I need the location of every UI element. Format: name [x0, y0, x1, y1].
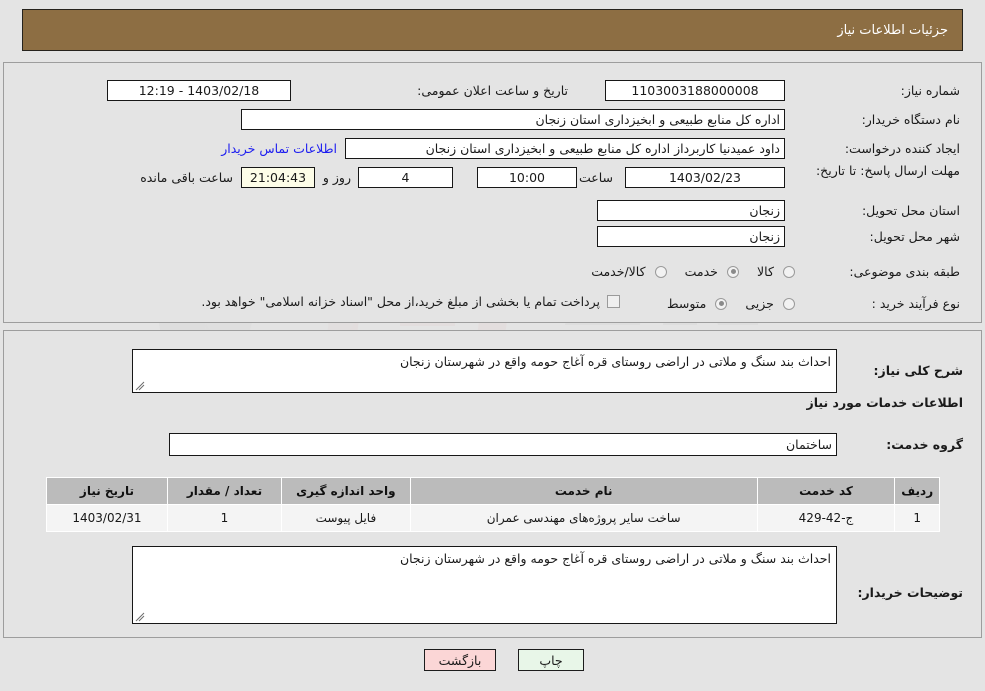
deadline-date-field[interactable]: 1403/02/23: [625, 167, 785, 188]
service-group-label: گروه خدمت:: [886, 437, 963, 452]
page-root: جزئیات اطلاعات نیاز شماره نیاز: 11030031…: [0, 0, 985, 691]
need-number-field[interactable]: 1103003188000008: [605, 80, 785, 101]
public-announce-field[interactable]: 1403/02/18 - 12:19: [107, 80, 291, 101]
treasury-docs-label: پرداخت تمام یا بخشی از مبلغ خرید،از محل …: [201, 294, 600, 309]
process-option-motevaset[interactable]: متوسط: [649, 293, 728, 312]
general-desc-text: احداث بند سنگ و ملاتی در اراضی روستای قر…: [399, 354, 831, 369]
general-desc-label: شرح کلی نیاز:: [873, 363, 963, 378]
category-option-kala-khedmat[interactable]: کالا/خدمت: [573, 261, 667, 280]
col-radif: ردیف: [894, 477, 940, 505]
radio-khedmat-icon[interactable]: [727, 265, 740, 278]
buyer-org-label: نام دستگاه خریدار:: [861, 112, 960, 127]
radio-kala-khedmat-icon[interactable]: [654, 265, 667, 278]
col-unit: واحد اندازه گیری: [281, 477, 411, 505]
remaining-hours-label: ساعت باقی مانده: [140, 170, 233, 185]
general-desc-textarea[interactable]: احداث بند سنگ و ملاتی در اراضی روستای قر…: [132, 349, 837, 393]
deadline-label: مهلت ارسال پاسخ: تا تاریخ:: [815, 163, 960, 178]
resize-grip-icon-2: [135, 612, 145, 622]
col-service-name: نام خدمت: [409, 477, 758, 505]
page-title: جزئیات اطلاعات نیاز: [837, 22, 948, 38]
purchase-process-radio-group: جزیی متوسط: [649, 293, 795, 312]
remaining-days-field[interactable]: 4: [358, 167, 453, 188]
process-option-jozi[interactable]: جزیی: [727, 293, 795, 312]
services-heading: اطلاعات خدمات مورد نیاز: [806, 395, 964, 410]
category-option-label-0: کالا: [757, 264, 774, 279]
window-title-bar: جزئیات اطلاعات نیاز: [22, 9, 963, 51]
cell-quantity: 1: [166, 504, 283, 532]
category-radio-group: کالا خدمت کالا/خدمت: [573, 261, 795, 280]
print-button[interactable]: چاپ: [518, 649, 584, 671]
treasury-docs-checkbox[interactable]: [607, 295, 620, 308]
radio-jozi-icon[interactable]: [783, 297, 795, 310]
process-option-label-0: جزیی: [745, 296, 774, 311]
cell-radif: 1: [894, 504, 940, 532]
deadline-hour-label: ساعت: [578, 170, 613, 185]
category-option-khedmat[interactable]: خدمت: [667, 261, 740, 280]
radio-motevaset-icon[interactable]: [715, 297, 728, 310]
buyer-notes-textarea[interactable]: احداث بند سنگ و ملاتی در اراضی روستای قر…: [132, 546, 837, 624]
category-option-kala[interactable]: کالا: [739, 261, 795, 280]
countdown-timer-field: 21:04:43: [241, 167, 315, 188]
col-quantity: تعداد / مقدار: [166, 477, 283, 505]
delivery-province-field[interactable]: زنجان: [597, 200, 785, 221]
buyer-org-field[interactable]: اداره کل منابع طبیعی و ابخیزداری استان ز…: [241, 109, 785, 130]
need-number-label: شماره نیاز:: [900, 83, 960, 98]
cell-unit: فایل پیوست: [281, 504, 411, 532]
deadline-time-field[interactable]: 10:00: [477, 167, 577, 188]
category-option-label-2: کالا/خدمت: [591, 264, 646, 279]
public-announce-label: تاریخ و ساعت اعلان عمومی:: [417, 83, 568, 98]
services-table: ردیف کد خدمت نام خدمت واحد اندازه گیری ت…: [46, 477, 940, 532]
category-option-label-1: خدمت: [684, 264, 718, 279]
cell-service-code: ج-42-429: [756, 504, 896, 532]
creator-label: ایجاد کننده درخواست:: [844, 141, 960, 156]
delivery-city-label: شهر محل تحویل:: [869, 229, 960, 244]
buyer-notes-label: توضیحات خریدار:: [857, 585, 963, 600]
delivery-province-label: استان محل تحویل:: [861, 203, 960, 218]
days-label: روز و: [322, 170, 351, 185]
purchase-process-label: نوع فرآیند خرید :: [871, 296, 960, 311]
col-service-code: کد خدمت: [756, 477, 896, 505]
cell-service-name: ساخت سایر پروژه‌های مهندسی عمران: [409, 504, 758, 532]
col-need-date: تاریخ نیاز: [46, 477, 168, 505]
resize-grip-icon: [135, 381, 145, 391]
table-row: 1 ج-42-429 ساخت سایر پروژه‌های مهندسی عم…: [46, 504, 940, 532]
treasury-docs-checkbox-row: پرداخت تمام یا بخشی از مبلغ خرید،از محل …: [201, 294, 620, 309]
need-summary-panel: [3, 62, 982, 323]
process-option-label-1: متوسط: [667, 296, 707, 311]
category-label: طبقه بندی موضوعی:: [849, 264, 960, 279]
buyer-contact-link[interactable]: اطلاعات تماس خریدار: [221, 141, 337, 156]
creator-field[interactable]: داود عمیدنیا کاربرداز اداره کل منابع طبی…: [345, 138, 785, 159]
buyer-notes-text: احداث بند سنگ و ملاتی در اراضی روستای قر…: [399, 551, 831, 566]
delivery-city-field[interactable]: زنجان: [597, 226, 785, 247]
radio-kala-icon[interactable]: [783, 265, 795, 278]
back-button[interactable]: بازگشت: [424, 649, 496, 671]
table-header-row: ردیف کد خدمت نام خدمت واحد اندازه گیری ت…: [46, 477, 940, 505]
service-group-field[interactable]: ساختمان: [169, 433, 837, 456]
cell-need-date: 1403/02/31: [46, 504, 168, 532]
